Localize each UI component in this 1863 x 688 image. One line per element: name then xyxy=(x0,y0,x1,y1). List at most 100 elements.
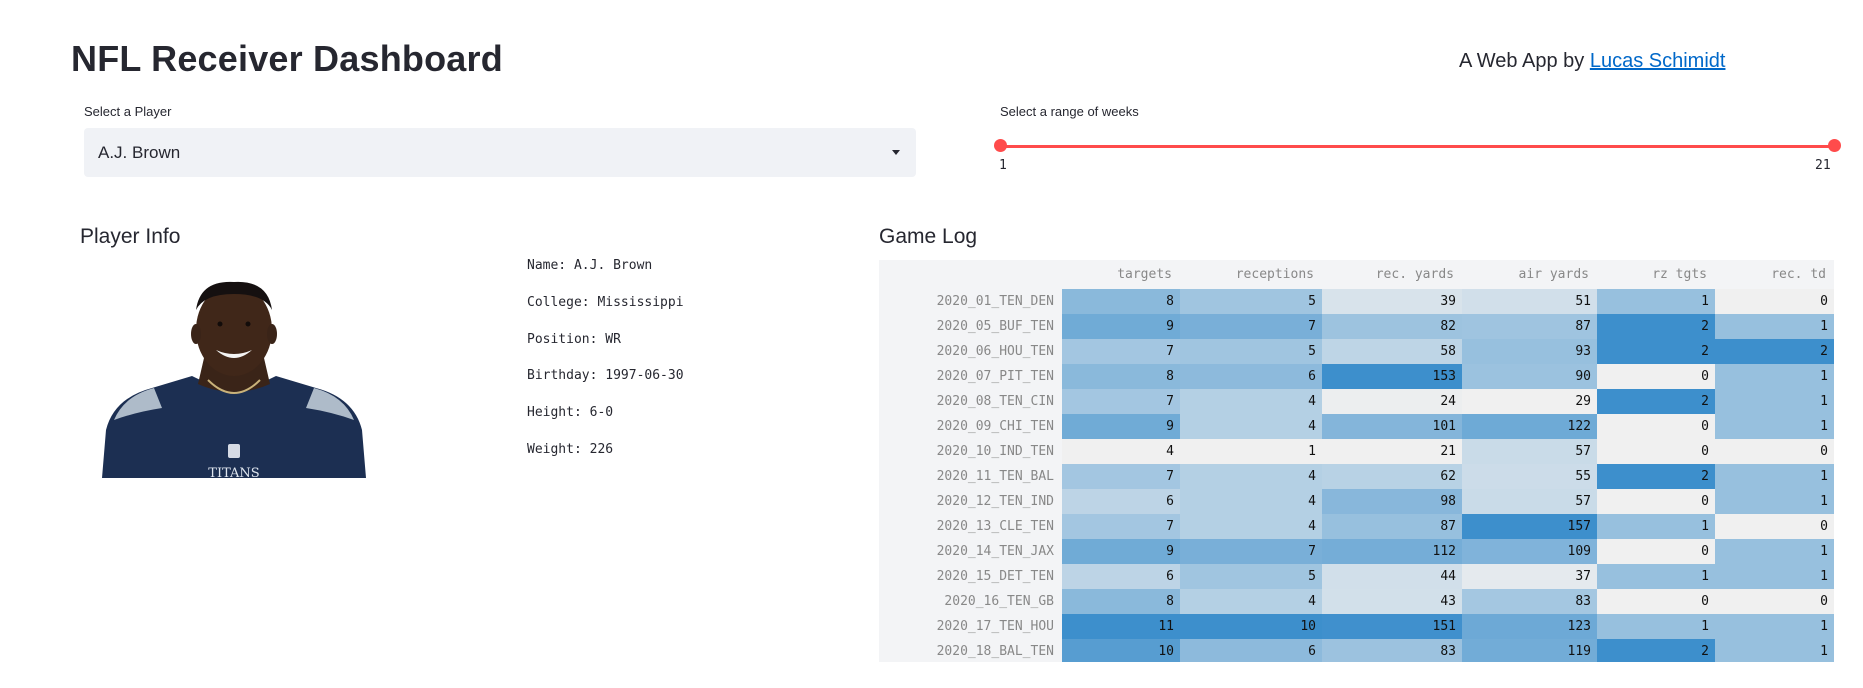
table-cell: 7 xyxy=(1180,539,1322,564)
weeks-slider-max-value: 21 xyxy=(1815,158,1831,173)
table-row: 2020_06_HOU_TEN 7 5 58 93 2 2 xyxy=(879,339,1834,364)
table-cell: 153 xyxy=(1322,364,1462,389)
row-index: 2020_15_DET_TEN xyxy=(879,564,1062,589)
table-cell: 6 xyxy=(1062,489,1180,514)
table-cell: 1 xyxy=(1715,614,1834,639)
table-row: 2020_01_TEN_DEN 8 5 39 51 1 0 xyxy=(879,289,1834,314)
table-cell: 2 xyxy=(1597,639,1715,662)
table-cell: 87 xyxy=(1462,314,1597,339)
column-header[interactable]: rz tgts xyxy=(1597,260,1715,289)
table-cell: 1 xyxy=(1715,564,1834,589)
weeks-slider-track[interactable] xyxy=(1000,145,1834,148)
table-cell: 6 xyxy=(1180,639,1322,662)
table-row: 2020_09_CHI_TEN 9 4 101 122 0 1 xyxy=(879,414,1834,439)
table-cell: 0 xyxy=(1597,414,1715,439)
player-info-line: Birthday: 1997-06-30 xyxy=(527,368,684,384)
table-cell: 29 xyxy=(1462,389,1597,414)
table-cell: 58 xyxy=(1322,339,1462,364)
player-select-label: Select a Player xyxy=(84,104,172,119)
table-cell: 0 xyxy=(1715,589,1834,614)
weeks-slider-min-handle[interactable] xyxy=(994,139,1007,152)
table-body: 2020_01_TEN_DEN 8 5 39 51 1 0 2020_05_BUF_TEN 9 7… xyxy=(879,289,1834,662)
table-cell: 1 xyxy=(1715,389,1834,414)
table-cell: 4 xyxy=(1180,589,1322,614)
table-cell: 44 xyxy=(1322,564,1462,589)
table-cell: 2 xyxy=(1597,314,1715,339)
table-cell: 8 xyxy=(1062,364,1180,389)
byline-prefix: A Web App by xyxy=(1459,50,1590,72)
table-cell: 4 xyxy=(1180,489,1322,514)
table-cell: 1 xyxy=(1715,414,1834,439)
table-header-row: targets receptions rec. yards air yards rz t… xyxy=(879,260,1834,289)
table-cell: 1 xyxy=(1180,439,1322,464)
table-cell: 90 xyxy=(1462,364,1597,389)
table-cell: 6 xyxy=(1180,364,1322,389)
table-cell: 2 xyxy=(1597,464,1715,489)
table-cell: 87 xyxy=(1322,514,1462,539)
table-row: 2020_13_CLE_TEN 7 4 87 157 1 0 xyxy=(879,514,1834,539)
column-header[interactable]: rec. td xyxy=(1715,260,1834,289)
table-cell: 5 xyxy=(1180,289,1322,314)
table-cell: 93 xyxy=(1462,339,1597,364)
table-cell: 1 xyxy=(1715,314,1834,339)
table-cell: 4 xyxy=(1180,389,1322,414)
author-link[interactable]: Lucas Schimidt xyxy=(1590,50,1726,72)
table-cell: 10 xyxy=(1180,614,1322,639)
table-cell: 9 xyxy=(1062,314,1180,339)
table-cell: 4 xyxy=(1180,514,1322,539)
chevron-down-icon[interactable] xyxy=(892,150,900,155)
table-cell: 0 xyxy=(1715,514,1834,539)
table-cell: 7 xyxy=(1180,314,1322,339)
table-cell: 24 xyxy=(1322,389,1462,414)
row-index: 2020_17_TEN_HOU xyxy=(879,614,1062,639)
table-cell: 83 xyxy=(1322,639,1462,662)
table-cell: 98 xyxy=(1322,489,1462,514)
player-info-heading: Player Info xyxy=(80,225,181,248)
row-index: 2020_05_BUF_TEN xyxy=(879,314,1062,339)
table-cell: 4 xyxy=(1180,464,1322,489)
table-cell: 151 xyxy=(1322,614,1462,639)
game-log-heading: Game Log xyxy=(879,225,978,248)
table-row: 2020_17_TEN_HOU 11 10 151 123 1 1 xyxy=(879,614,1834,639)
table-row: 2020_11_TEN_BAL 7 4 62 55 2 1 xyxy=(879,464,1834,489)
column-header[interactable]: rec. yards xyxy=(1322,260,1462,289)
row-index: 2020_11_TEN_BAL xyxy=(879,464,1062,489)
table-cell: 1 xyxy=(1597,614,1715,639)
table-cell: 57 xyxy=(1462,489,1597,514)
row-index: 2020_10_IND_TEN xyxy=(879,439,1062,464)
table-cell: 2 xyxy=(1597,339,1715,364)
column-header[interactable]: receptions xyxy=(1180,260,1322,289)
table-cell: 0 xyxy=(1597,589,1715,614)
table-cell: 7 xyxy=(1062,464,1180,489)
row-index: 2020_06_HOU_TEN xyxy=(879,339,1062,364)
table-cell: 0 xyxy=(1597,439,1715,464)
table-cell: 10 xyxy=(1062,639,1180,662)
player-select-value: A.J. Brown xyxy=(98,142,181,162)
weeks-slider-label: Select a range of weeks xyxy=(1000,104,1139,119)
weeks-slider-max-handle[interactable] xyxy=(1828,139,1841,152)
table-cell: 7 xyxy=(1062,514,1180,539)
table-row: 2020_16_TEN_GB 8 4 43 83 0 0 xyxy=(879,589,1834,614)
table-cell: 0 xyxy=(1597,364,1715,389)
row-index: 2020_18_BAL_TEN xyxy=(879,639,1062,662)
row-index: 2020_14_TEN_JAX xyxy=(879,539,1062,564)
game-log-table-container[interactable]: targets receptions rec. yards air yards rz t… xyxy=(879,260,1838,662)
player-select[interactable]: A.J. Brown xyxy=(84,128,916,177)
table-cell: 6 xyxy=(1062,564,1180,589)
index-header xyxy=(879,260,1062,289)
table-cell: 7 xyxy=(1062,389,1180,414)
table-cell: 112 xyxy=(1322,539,1462,564)
player-info-line: Height: 6-0 xyxy=(527,405,614,421)
table-cell: 119 xyxy=(1462,639,1597,662)
table-cell: 9 xyxy=(1062,414,1180,439)
table-cell: 55 xyxy=(1462,464,1597,489)
table-cell: 83 xyxy=(1462,589,1597,614)
column-header[interactable]: air yards xyxy=(1462,260,1597,289)
table-cell: 4 xyxy=(1180,414,1322,439)
page-title: NFL Receiver Dashboard xyxy=(71,38,503,79)
column-header[interactable]: targets xyxy=(1062,260,1180,289)
table-cell: 101 xyxy=(1322,414,1462,439)
row-index: 2020_09_CHI_TEN xyxy=(879,414,1062,439)
table-row: 2020_15_DET_TEN 6 5 44 37 1 1 xyxy=(879,564,1834,589)
player-info-line: Position: WR xyxy=(527,331,621,347)
